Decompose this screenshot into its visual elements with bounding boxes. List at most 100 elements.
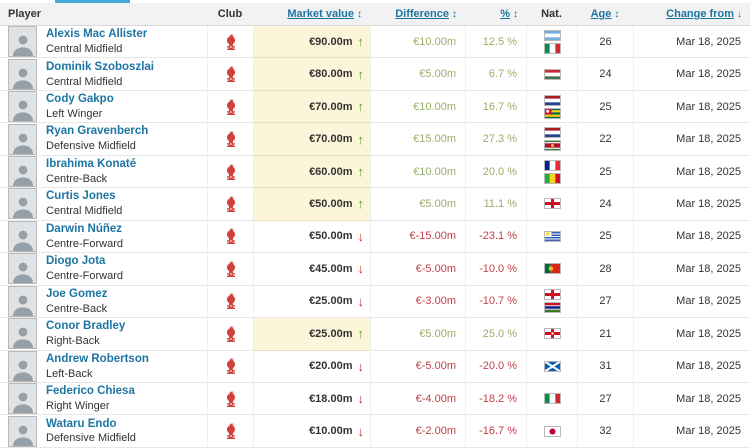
player-name-link[interactable]: Diogo Jota [46,254,123,269]
sort-updown-icon[interactable]: ↕ [452,9,457,20]
market-value-cell: €18.00m ↓ [253,383,370,415]
column-header-label[interactable]: Market value [287,8,354,20]
column-header-label[interactable]: Age [591,8,612,20]
sort-updown-icon[interactable]: ↕ [357,9,362,20]
percent-value: 11.1 % [484,198,517,210]
table-row: Conor Bradley Right-Back €25.00m ↑ €5.00… [0,318,750,350]
player-avatar[interactable] [8,318,37,349]
player-position: Central Midfield [46,204,122,218]
change-from-cell: Mar 18, 2025 [633,415,750,447]
column-header-age[interactable]: Age↕ [577,8,633,20]
percent-cell: -16.7 % [465,415,526,447]
player-avatar[interactable] [8,91,37,122]
column-header-change-from[interactable]: Change from↓ [633,8,750,20]
club-cell[interactable] [207,156,253,188]
age-cell: 24 [577,188,633,220]
sort-updown-icon[interactable]: ↕ [513,9,518,20]
column-header-label[interactable]: Difference [395,8,449,20]
player-position: Left-Back [46,367,149,381]
club-cell[interactable] [207,91,253,123]
age-cell: 32 [577,415,633,447]
player-avatar[interactable] [8,286,37,317]
player-name-link[interactable]: Darwin Núñez [46,222,123,237]
player-avatar[interactable] [8,221,37,252]
player-name-link[interactable]: Andrew Robertson [46,352,149,367]
club-cell[interactable] [207,58,253,90]
player-avatar[interactable] [8,253,37,284]
club-cell[interactable] [207,415,253,447]
column-header-difference[interactable]: Difference↕ [370,8,465,20]
player-name-link[interactable]: Curtis Jones [46,189,122,204]
trend-down-icon: ↓ [358,262,365,275]
club-cell[interactable] [207,286,253,318]
difference-value: €10.00m [413,101,456,113]
table-row: Darwin Núñez Centre-Forward €50.00m ↓ €-… [0,221,750,253]
player-avatar[interactable] [8,156,37,187]
trend-down-icon: ↓ [358,295,365,308]
player-name-link[interactable]: Ibrahima Konaté [46,157,136,172]
player-name-link[interactable]: Alexis Mac Allister [46,27,147,42]
table-row: Alexis Mac Allister Central Midfield €90… [0,26,750,58]
difference-cell: €15.00m [370,123,465,155]
club-cell[interactable] [207,318,253,350]
liverpool-crest-icon [224,33,238,51]
sort-desc-icon[interactable]: ↓ [737,9,742,20]
market-value-cell: €50.00m ↓ [253,221,370,253]
player-name-link[interactable]: Cody Gakpo [46,92,114,107]
player-name-link[interactable]: Dominik Szoboszlai [46,60,154,75]
difference-value: €15.00m [413,133,456,145]
liverpool-crest-icon [224,260,238,278]
player-name-link[interactable]: Joe Gomez [46,287,107,302]
change-from-cell: Mar 18, 2025 [633,58,750,90]
difference-value: €-4.00m [416,393,456,405]
player-info: Conor Bradley Right-Back [46,319,125,348]
person-silhouette-icon [11,65,35,89]
difference-cell: €10.00m [370,26,465,58]
column-header-[interactable]: %↕ [465,8,526,20]
trend-up-icon: ↑ [358,133,365,146]
player-name-link[interactable]: Federico Chiesa [46,384,135,399]
nationality-cell [526,58,577,90]
nationality-cell [526,123,577,155]
nationality-cell [526,156,577,188]
change-from-cell: Mar 18, 2025 [633,221,750,253]
player-info: Andrew Robertson Left-Back [46,352,149,381]
change-from-date: Mar 18, 2025 [676,230,741,242]
column-header-label[interactable]: % [500,8,510,20]
liverpool-crest-icon [224,357,238,375]
player-avatar[interactable] [8,416,37,447]
age-cell: 21 [577,318,633,350]
percent-cell: 27.3 % [465,123,526,155]
percent-cell: 12.5 % [465,26,526,58]
flag-italy-icon [544,43,561,54]
sort-updown-icon[interactable]: ↕ [614,9,619,20]
player-cell: Ryan Gravenberch Defensive Midfield [0,123,207,155]
liverpool-crest-icon [224,65,238,83]
club-cell[interactable] [207,253,253,285]
player-name-link[interactable]: Wataru Endo [46,417,136,432]
club-cell[interactable] [207,188,253,220]
player-avatar[interactable] [8,59,37,90]
club-cell[interactable] [207,221,253,253]
difference-value: €10.00m [413,166,456,178]
player-avatar[interactable] [8,383,37,414]
club-cell[interactable] [207,383,253,415]
club-cell[interactable] [207,26,253,58]
column-header-market-value[interactable]: Market value↕ [253,8,370,20]
difference-cell: €10.00m [370,91,465,123]
club-cell[interactable] [207,123,253,155]
club-cell[interactable] [207,351,253,383]
percent-value: 12.5 % [483,36,517,48]
percent-cell: -23.1 % [465,221,526,253]
player-avatar[interactable] [8,188,37,219]
player-avatar[interactable] [8,26,37,57]
nationality-cell [526,91,577,123]
player-name-link[interactable]: Conor Bradley [46,319,125,334]
market-value: €60.00m [309,166,352,178]
player-position: Centre-Back [46,172,136,186]
column-header-label[interactable]: Change from [666,8,734,20]
player-avatar[interactable] [8,351,37,382]
player-cell: Ibrahima Konaté Centre-Back [0,156,207,188]
player-name-link[interactable]: Ryan Gravenberch [46,124,148,139]
player-avatar[interactable] [8,124,37,155]
